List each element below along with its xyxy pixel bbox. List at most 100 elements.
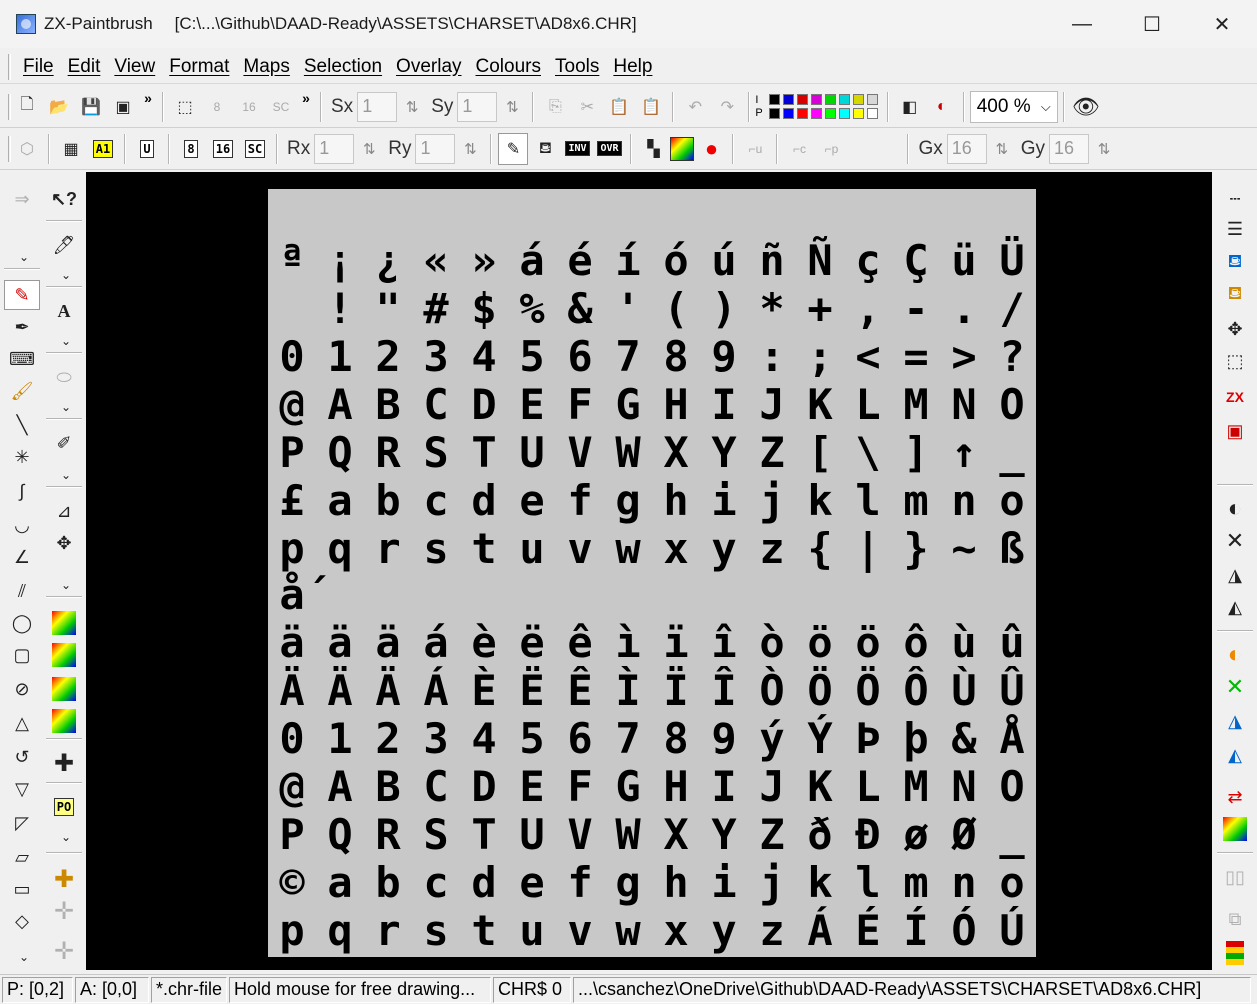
attribute-icon[interactable]: ▦ (56, 133, 86, 165)
charset-glyph[interactable]: b (364, 859, 412, 907)
move-icon[interactable]: ✥ (46, 528, 82, 558)
angle-tool-icon[interactable]: ∠ (4, 542, 40, 572)
grid16-button[interactable]: 16 (208, 133, 238, 165)
flip-v-icon[interactable]: ◭ (1217, 592, 1253, 622)
charset-glyph[interactable]: 1 (316, 333, 364, 381)
charset-glyph[interactable]: ñ (748, 237, 796, 285)
charset-glyph[interactable]: ò (748, 619, 796, 667)
charset-glyph[interactable]: & (940, 715, 988, 763)
charset-glyph[interactable]: © (268, 859, 316, 907)
charset-glyph[interactable]: U (508, 429, 556, 477)
charset-glyph[interactable]: Ò (748, 667, 796, 715)
charset-glyph[interactable]: K (796, 763, 844, 811)
charset-glyph[interactable]: £ (268, 477, 316, 525)
charset-glyph[interactable]: q (316, 907, 364, 955)
charset-glyph[interactable]: ↑ (940, 429, 988, 477)
copy-icon[interactable]: ⎘ (540, 91, 570, 123)
charset-glyph[interactable]: V (556, 429, 604, 477)
charset-glyph[interactable]: ý (748, 715, 796, 763)
polygon-tool-icon[interactable]: ◸ (4, 808, 40, 838)
stamp-tool-icon[interactable]: ⌨ (4, 344, 40, 374)
sy-stepper-icon[interactable]: ⇅ (497, 92, 527, 122)
charset-glyph[interactable]: r (364, 525, 412, 573)
gy-stepper-icon[interactable]: ⇅ (1089, 134, 1119, 164)
menu-selection[interactable]: Selection (304, 56, 382, 78)
charset-glyph[interactable]: á (508, 237, 556, 285)
rainbow-icon-3[interactable] (1223, 817, 1247, 841)
charset-glyph[interactable]: Ö (844, 667, 892, 715)
charset-glyph[interactable]: R (364, 429, 412, 477)
charset-glyph[interactable]: y (700, 907, 748, 955)
colour-fill-icon[interactable]: ⛾ (1217, 248, 1253, 278)
menu-lines-icon[interactable]: ☰ (1217, 214, 1253, 244)
select-icon[interactable]: ⬚ (1217, 346, 1253, 376)
rainbow-open-icon[interactable] (52, 611, 76, 635)
charset-glyph[interactable]: ! (316, 285, 364, 333)
charset-glyph[interactable]: B (364, 763, 412, 811)
palette-swatch[interactable] (782, 108, 794, 119)
charset-glyph[interactable]: g (604, 859, 652, 907)
charset-glyph[interactable]: v (556, 525, 604, 573)
charset-glyph[interactable]: @ (268, 381, 316, 429)
fill-bucket-icon[interactable]: ⛾ (530, 133, 560, 165)
palette-swatch[interactable] (810, 108, 822, 119)
sy-input[interactable]: 1 (457, 91, 498, 122)
charset-glyph[interactable]: w (604, 525, 652, 573)
charset-glyph[interactable]: S (412, 429, 460, 477)
charset-glyph[interactable]: û (988, 619, 1036, 667)
charset-glyph[interactable]: I (700, 381, 748, 429)
charset-glyph[interactable]: 4 (460, 333, 508, 381)
ovr-button[interactable]: OVR (594, 133, 624, 165)
x-icon[interactable]: ✕ (1217, 526, 1253, 556)
charset-glyph[interactable]: o (988, 477, 1036, 525)
rectangle-tool-icon[interactable]: ▢ (4, 640, 40, 670)
charset-glyph[interactable]: 6 (556, 715, 604, 763)
checker-icon[interactable]: ▚ (638, 133, 668, 165)
charset-glyph[interactable]: W (604, 429, 652, 477)
charset-glyph[interactable]: J (748, 381, 796, 429)
charset-glyph[interactable]: ö (796, 619, 844, 667)
rx-stepper-icon[interactable]: ⇅ (354, 134, 384, 164)
charset-glyph[interactable]: { (796, 525, 844, 573)
charset-glyph[interactable]: I (700, 763, 748, 811)
charset-glyph[interactable]: M (892, 381, 940, 429)
charset-glyph[interactable]: Ç (892, 237, 940, 285)
charset-glyph[interactable]: i (700, 859, 748, 907)
charset-glyph[interactable]: Þ (844, 715, 892, 763)
select-rect-icon[interactable]: ⬚ (170, 91, 200, 123)
charset-glyph[interactable]: Ù (940, 667, 988, 715)
charset-glyph[interactable]: i (700, 477, 748, 525)
charset-glyph[interactable]: ä (268, 619, 316, 667)
rainbow-save-icon[interactable] (52, 677, 76, 701)
text-pen-icon[interactable]: ✐ (46, 428, 82, 458)
gridsc-icon[interactable]: SC (266, 91, 296, 123)
charset-glyph[interactable]: o (988, 859, 1036, 907)
charset-glyph[interactable]: T (460, 429, 508, 477)
charset-glyph[interactable]: c (412, 859, 460, 907)
gridsc-button[interactable]: SC (240, 133, 270, 165)
colour-flip-v-icon[interactable]: ◭ (1217, 740, 1253, 770)
charset-glyph[interactable]: Ô (892, 667, 940, 715)
charset-glyph[interactable]: 2 (364, 333, 412, 381)
charset-glyph[interactable]: a (316, 859, 364, 907)
charset-glyph[interactable]: x (652, 907, 700, 955)
charset-glyph[interactable]: p (268, 525, 316, 573)
charset-glyph[interactable]: Đ (844, 811, 892, 859)
gx-input[interactable]: 16 (946, 133, 987, 164)
charset-row[interactable]: @ A B C D E F G H I J K L M N O (268, 381, 1036, 429)
eyedropper-icon[interactable]: 🖊 (46, 230, 82, 260)
node-icon[interactable]: ⊿ (46, 496, 82, 526)
rainbow-edit-icon[interactable] (52, 643, 76, 667)
palette-swatch[interactable] (810, 94, 822, 105)
charset-glyph[interactable]: b (364, 477, 412, 525)
charset-glyph[interactable]: Å (988, 715, 1036, 763)
screen-icon[interactable]: ▣ (1217, 416, 1253, 446)
redo-icon[interactable]: ↷ (712, 91, 742, 123)
charset-glyph[interactable]: N (940, 381, 988, 429)
palette-swatch[interactable] (838, 108, 850, 119)
charset-glyph[interactable]: þ (892, 715, 940, 763)
charset-glyph[interactable]: F (556, 763, 604, 811)
charset-glyph[interactable]: > (940, 333, 988, 381)
charset-glyph[interactable]: t (460, 907, 508, 955)
charset-glyph[interactable]: é (556, 237, 604, 285)
